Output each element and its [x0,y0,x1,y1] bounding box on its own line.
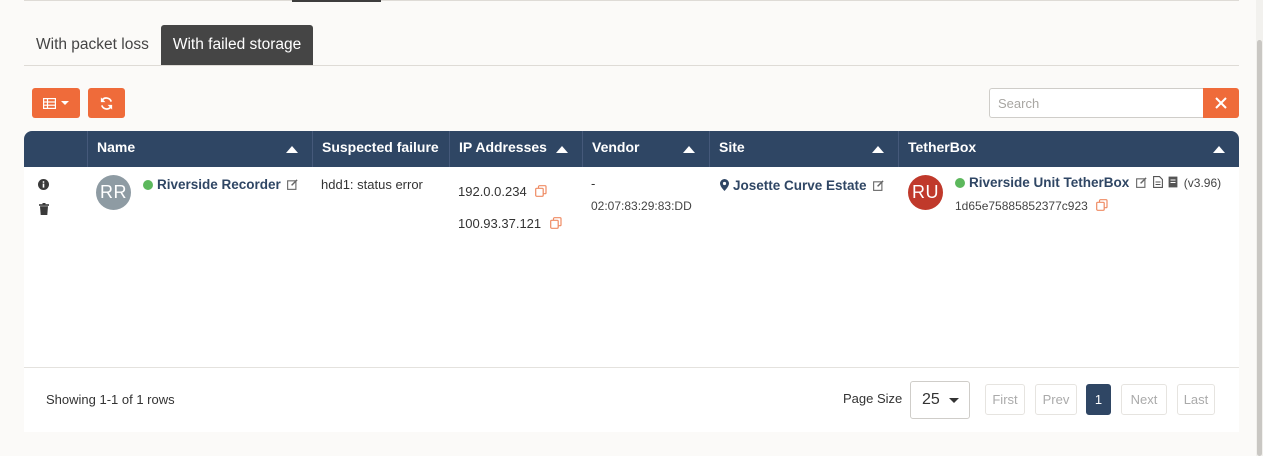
rows-summary-text: Showing 1-1 of 1 rows [46,392,175,407]
pagination-page-button[interactable]: 1 [1086,384,1111,415]
column-header-label: IP Addresses [459,139,547,155]
column-header-ip-addresses[interactable]: IP Addresses [449,131,582,167]
status-dot [143,180,153,190]
device-name-link[interactable]: Riverside Recorder [157,177,281,192]
column-header-label: Vendor [592,139,640,155]
tetherbox-cell: Riverside Unit TetherBox (v3.96) [955,175,1221,190]
page-size-label: Page Size [843,391,903,406]
site-link[interactable]: Josette Curve Estate [733,178,867,193]
caret-down-icon [949,398,959,403]
copy-icon[interactable] [549,217,562,229]
suspected-failure-text: hdd1: status error [321,177,423,192]
tab-packet-loss[interactable]: With packet loss [24,25,161,65]
avatar: RR [96,175,131,210]
edit-icon[interactable] [1136,177,1147,188]
caret-down-icon [61,101,69,105]
tab-failed-storage[interactable]: With failed storage [160,25,314,65]
tetherbox-id-text: 1d65e75885852377c923 [955,199,1088,213]
pagination-first-button[interactable]: First [985,384,1025,415]
sort-up-icon [556,146,568,153]
copy-icon[interactable] [535,185,547,197]
column-header-label: Suspected failure [322,139,439,155]
page-size-value: 25 [922,391,940,408]
pagination-prev-button[interactable]: Prev [1035,384,1077,415]
column-header-site[interactable]: Site [709,131,898,167]
tetherbox-avatar: RU [908,175,943,210]
map-pin-icon [720,179,729,191]
info-icon[interactable] [38,179,49,190]
devices-table: Name Suspected failure IP Addresses Vend… [24,131,1239,432]
column-header-label: TetherBox [908,139,977,155]
search-input[interactable] [989,88,1204,118]
column-header-tetherbox[interactable]: TetherBox [898,131,1239,167]
edit-icon[interactable] [873,180,884,191]
column-header-actions [24,131,87,167]
top-nav-active-indicator [292,0,381,2]
copy-icon[interactable] [1096,199,1108,211]
page-scrollbar-thumb[interactable] [1257,40,1262,456]
page-scrollbar[interactable] [1256,0,1263,456]
table-footer-divider [24,367,1239,368]
vendor-text: - [591,176,596,191]
trash-icon[interactable] [39,203,49,215]
tetherbox-version: (v3.96) [1183,176,1222,190]
column-header-label: Site [719,139,745,155]
status-dot [955,178,965,188]
ip-address-item: 100.93.37.121 [458,216,562,231]
columns-toggle-button[interactable] [32,88,80,118]
refresh-icon [100,96,113,110]
edit-icon[interactable] [287,179,299,190]
clear-search-button[interactable] [1203,88,1239,118]
mac-address-text: 02:07:83:29:83:DD [591,199,692,213]
close-icon [1215,97,1227,109]
site-cell: Josette Curve Estate [720,178,884,193]
tetherbox-id-item: 1d65e75885852377c923 [955,199,1108,213]
book-icon[interactable] [1168,176,1178,188]
column-header-name[interactable]: Name [87,131,312,167]
column-header-suspected-failure[interactable]: Suspected failure [312,131,449,167]
top-nav-divider [24,0,1239,1]
table-icon [43,97,56,109]
pagination-next-button[interactable]: Next [1121,384,1167,415]
device-filter-tabs: With packet loss With failed storage [24,25,1239,66]
column-header-vendor[interactable]: Vendor [582,131,709,167]
sort-up-icon [1213,146,1225,153]
ip-address-text: 192.0.0.234 [458,184,527,199]
table-header: Name Suspected failure IP Addresses Vend… [24,131,1239,167]
ip-address-text: 100.93.37.121 [458,216,542,231]
pagination-last-button[interactable]: Last [1177,384,1215,415]
page-size-select[interactable]: 25 [910,381,970,419]
column-header-label: Name [97,139,136,155]
tetherbox-name-link[interactable]: Riverside Unit TetherBox [969,175,1129,190]
ip-address-item: 192.0.0.234 [458,184,547,199]
refresh-button[interactable] [88,88,125,118]
sort-up-icon [683,146,695,153]
device-name-cell: Riverside Recorder [143,177,299,192]
sort-up-icon [286,146,298,153]
sort-up-icon [872,146,884,153]
file-icon[interactable] [1152,176,1163,188]
